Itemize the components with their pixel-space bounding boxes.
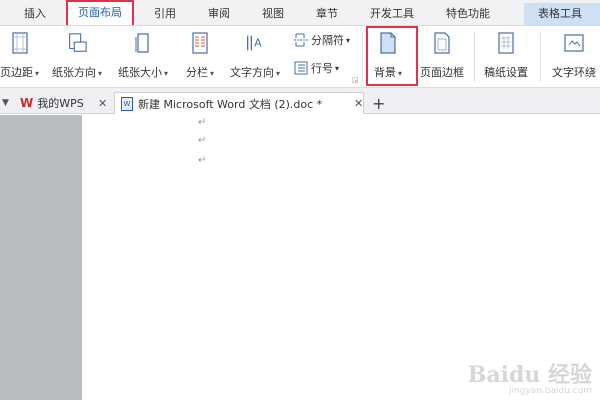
text-direction-dropdown-icon: ▾: [276, 69, 281, 78]
ribbon-tab-bar: 插入 页面布局 引用 审阅 视图 章节 开发工具 特色功能 表格工具: [0, 0, 600, 26]
line-numbers-dropdown-icon: ▾: [335, 63, 340, 73]
line-numbers-button[interactable]: 行号 ▾: [294, 60, 339, 76]
manuscript-icon: [495, 30, 517, 56]
wps-home-label: 我的WPS: [37, 97, 84, 110]
left-margin-area: [0, 115, 82, 400]
background-label: 背景: [374, 66, 396, 79]
wps-logo-icon: W: [20, 96, 34, 110]
tab-section[interactable]: 章节: [304, 3, 350, 25]
orientation-label: 纸张方向: [52, 66, 96, 79]
margins-icon: [9, 30, 31, 56]
columns-dropdown-icon: ▾: [210, 69, 215, 78]
close-wps-tab-icon[interactable]: ✕: [98, 92, 107, 114]
svg-text:A: A: [254, 37, 262, 50]
columns-button[interactable]: 分栏 ▾: [186, 30, 214, 80]
text-direction-icon: A: [244, 30, 266, 56]
breaks-button[interactable]: 分隔符 ▾: [294, 32, 350, 48]
paragraph-mark: ↵: [198, 135, 207, 146]
text-direction-label: 文字方向: [230, 66, 274, 79]
orientation-icon: [66, 30, 88, 56]
watermark-main-text: Baidu 经验: [467, 362, 592, 388]
tab-references[interactable]: 引用: [142, 3, 188, 25]
text-wrap-label: 文字环绕: [552, 66, 596, 79]
tab-list-arrow-icon[interactable]: ▼: [2, 92, 9, 114]
margins-dropdown-icon: ▾: [35, 69, 40, 78]
text-wrap-button[interactable]: 文字环绕: [552, 30, 596, 80]
margins-button[interactable]: 页边距 ▾: [0, 30, 39, 80]
paper-size-label: 纸张大小: [118, 66, 162, 79]
margins-label: 页边距: [0, 66, 33, 79]
paper-size-button[interactable]: 纸张大小 ▾: [118, 30, 168, 80]
breaks-label: 分隔符: [311, 34, 344, 47]
ribbon-toolbar: 页边距▾ 纸张方向▾ 纸张大小▾ 分栏▾ A 文字方向▾ 分隔符▾: [0, 26, 600, 88]
manuscript-settings-button[interactable]: 稿纸设置: [484, 30, 528, 80]
line-numbers-label: 行号: [311, 62, 333, 75]
background-dropdown-icon: ▾: [398, 69, 403, 78]
manuscript-label: 稿纸设置: [484, 66, 528, 79]
page-border-icon: [431, 30, 453, 56]
page-border-label: 页面边框: [420, 66, 464, 79]
close-document-tab-icon[interactable]: ✕: [354, 92, 363, 114]
tab-insert[interactable]: 插入: [12, 3, 58, 25]
columns-icon: [189, 30, 211, 56]
orientation-button[interactable]: 纸张方向 ▾: [52, 30, 102, 80]
paragraph-mark: ↵: [198, 155, 207, 166]
tab-page-layout[interactable]: 页面布局: [66, 0, 134, 25]
document-tab-strip: ▼ W 我的WPS ✕ W 新建 Microsoft Word 文档 (2).d…: [0, 88, 600, 114]
tab-special-features[interactable]: 特色功能: [434, 3, 502, 25]
tab-review[interactable]: 审阅: [196, 3, 242, 25]
page-break-icon: [294, 33, 308, 47]
baidu-jingyan-watermark: Baidu 经验 jingyan.baidu.com: [468, 364, 592, 396]
page-border-button[interactable]: 页面边框: [420, 30, 464, 80]
ribbon-separator: [362, 32, 363, 82]
document-tab-label: 新建 Microsoft Word 文档 (2).doc *: [138, 97, 323, 111]
ribbon-separator: [474, 32, 475, 82]
orientation-dropdown-icon: ▾: [98, 69, 103, 78]
page-setup-launcher-icon[interactable]: ◲: [352, 76, 359, 84]
ribbon-separator: [540, 32, 541, 82]
paper-size-icon: [132, 30, 154, 56]
breaks-dropdown-icon: ▾: [346, 35, 351, 45]
document-tab[interactable]: W 新建 Microsoft Word 文档 (2).doc *: [114, 92, 364, 114]
background-icon: [377, 30, 399, 56]
paper-size-dropdown-icon: ▾: [164, 69, 169, 78]
columns-label: 分栏: [186, 66, 208, 79]
text-direction-button[interactable]: A 文字方向 ▾: [230, 30, 280, 80]
tab-developer[interactable]: 开发工具: [358, 3, 426, 25]
tab-view[interactable]: 视图: [250, 3, 296, 25]
word-document-icon: W: [121, 96, 133, 111]
line-numbers-icon: [294, 61, 308, 75]
document-workspace: ↵ ↵ ↵ Baidu 经验 jingyan.baidu.com: [0, 115, 600, 400]
wps-home-tab[interactable]: W 我的WPS: [20, 92, 84, 114]
paragraph-mark: ↵: [198, 117, 207, 128]
document-page[interactable]: ↵ ↵ ↵: [82, 115, 600, 400]
tab-table-tools[interactable]: 表格工具: [524, 3, 600, 25]
new-tab-button[interactable]: +: [372, 92, 385, 114]
background-button[interactable]: 背景 ▾: [374, 30, 402, 80]
text-wrap-icon: [563, 30, 585, 56]
